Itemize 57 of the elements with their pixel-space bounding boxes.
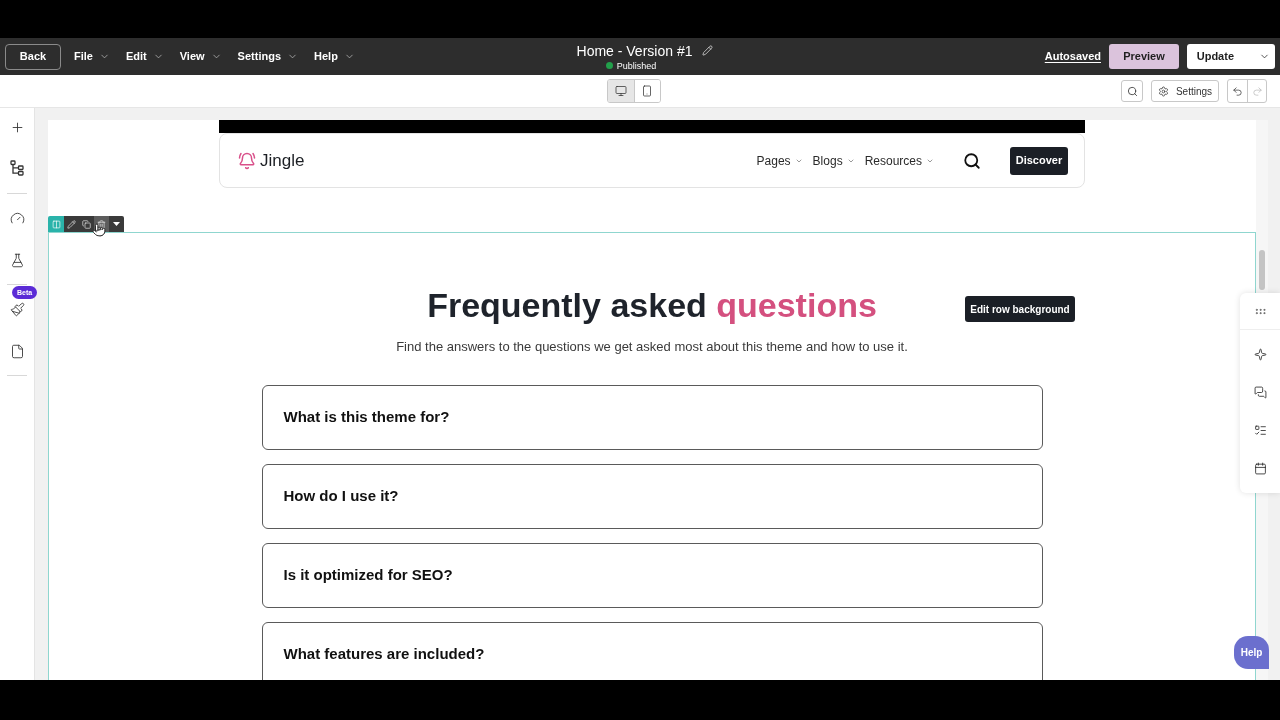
desktop-icon	[614, 85, 627, 97]
faq-item[interactable]: What is this theme for?	[261, 385, 1043, 450]
update-button[interactable]: Update	[1187, 44, 1275, 69]
edit-button[interactable]	[64, 216, 79, 232]
discover-button[interactable]: Discover	[1010, 146, 1068, 175]
gauge-icon[interactable]	[9, 210, 25, 226]
pencil-icon[interactable]	[702, 45, 714, 56]
site-nav-link[interactable]: Blogs	[812, 151, 855, 170]
site-nav-link[interactable]: Pages	[756, 151, 803, 170]
sparkle-icon[interactable]	[1253, 348, 1267, 361]
redo-icon	[1251, 85, 1263, 97]
settings-icon	[1157, 85, 1169, 97]
menu-button[interactable]: View	[179, 48, 222, 65]
edit-row-background-button[interactable]: Edit row background	[965, 296, 1075, 322]
checklist-icon[interactable]	[1253, 424, 1267, 437]
flask-icon[interactable]	[9, 252, 25, 268]
preview-button[interactable]: Preview	[1109, 44, 1179, 69]
tree-structure-icon[interactable]	[10, 160, 24, 176]
more-button[interactable]	[109, 216, 124, 232]
faq-item[interactable]: What features are included?	[261, 622, 1043, 680]
page-title: Home - Version #1	[576, 41, 693, 60]
faq-item[interactable]: Is it optimized for SEO?	[261, 543, 1043, 608]
search-icon[interactable]	[963, 151, 981, 170]
mobile-icon	[641, 85, 653, 97]
hand-cursor-icon	[92, 223, 106, 237]
faq-item[interactable]: How do I use it?	[261, 464, 1043, 529]
calendar-icon[interactable]	[1253, 462, 1267, 475]
trash-icon	[97, 219, 106, 229]
chat-bubbles-icon[interactable]	[1253, 386, 1267, 399]
menu-button[interactable]: File	[74, 48, 110, 65]
menu-button[interactable]: Help	[314, 48, 355, 65]
menu-button[interactable]: Edit	[125, 48, 164, 65]
scrollbar-thumb[interactable]	[1259, 250, 1265, 290]
site-nav-link[interactable]: Resources	[864, 151, 934, 170]
add-icon[interactable]	[9, 119, 25, 135]
site-logo-text[interactable]: Jingle	[260, 147, 305, 174]
autosaved-link[interactable]: Autosaved	[1044, 48, 1101, 65]
faq-subtitle: Find the answers to the questions we get asked most about this theme and how to use it.	[396, 338, 908, 356]
columns-icon	[51, 219, 61, 229]
search-icon	[1126, 85, 1138, 97]
duplicate-button[interactable]	[79, 216, 94, 232]
back-button[interactable]: Back	[5, 43, 61, 70]
pencil-icon	[67, 219, 76, 229]
mobile-view-button[interactable]	[633, 80, 660, 102]
search-button[interactable]	[1121, 80, 1143, 102]
status-label: Published	[616, 59, 657, 72]
faq-heading: Frequently asked questions	[427, 285, 877, 325]
menu-button[interactable]: Settings	[237, 48, 298, 65]
help-button[interactable]: Help	[1234, 636, 1269, 669]
paintbrush-icon[interactable]	[9, 301, 25, 317]
bell-logo-icon	[238, 151, 256, 170]
caret-down-icon	[113, 222, 120, 226]
file-icon[interactable]	[9, 343, 25, 359]
desktop-view-button[interactable]	[607, 80, 634, 102]
copy-icon	[82, 219, 91, 229]
undo-icon	[1232, 85, 1243, 97]
settings-button[interactable]: Settings	[1151, 80, 1219, 102]
